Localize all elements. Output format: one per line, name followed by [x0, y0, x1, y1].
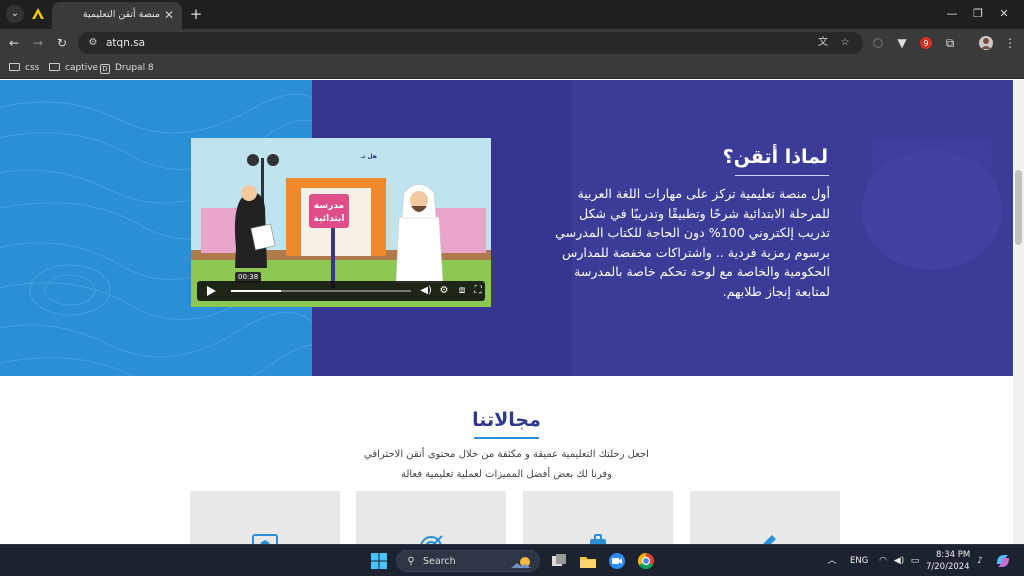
active-tab[interactable]: منصة أتقن التعليمية ✕ — [52, 2, 182, 29]
profile-avatar[interactable] — [978, 35, 994, 51]
picture-in-picture-icon[interactable]: ⧈ — [455, 284, 469, 298]
tab-close-icon[interactable]: ✕ — [162, 8, 176, 22]
forward-arrow-icon[interactable]: → — [30, 35, 46, 51]
feature-card[interactable] — [190, 491, 340, 544]
zoom-app-icon[interactable] — [608, 552, 626, 570]
feature-card[interactable] — [523, 491, 673, 544]
target-arrow-icon — [420, 535, 443, 544]
folder-icon — [49, 63, 60, 71]
fields-title: مجالاتنا — [472, 409, 541, 431]
why-atqn-description: أول منصة تعليمية تركز على مهارات اللغة ا… — [555, 186, 830, 299]
feature-card[interactable] — [690, 491, 840, 544]
drupal-icon: D — [100, 64, 110, 74]
notification-bell-icon[interactable]: ♪ — [974, 555, 986, 567]
video-progress-fill — [231, 290, 282, 292]
wifi-icon[interactable]: ◠ — [877, 555, 889, 567]
our-fields-section: مجالاتنا اجعل رحلتك التعليمية عميقة و مك… — [0, 376, 1013, 544]
screen: ⌄ منصة أتقن التعليمية ✕ + — ❐ ✕ ← → ↻ ⚙ … — [0, 0, 1024, 576]
battery-icon[interactable]: ▭ — [909, 555, 921, 567]
play-icon[interactable] — [207, 286, 216, 296]
new-tab-plus-icon[interactable]: + — [188, 6, 204, 22]
extension-badge-count: 9 — [923, 39, 928, 48]
site-settings-icon[interactable]: ⚙ — [86, 36, 100, 50]
search-highlight-icon — [511, 557, 531, 568]
browser-menu-icon[interactable]: ⋮ — [1002, 35, 1018, 51]
bookmark-css[interactable]: css — [9, 61, 39, 75]
browser-toolbar: ← → ↻ ⚙ atqn.sa 文 ☆ ⬡ ▼ 9 ⧉ ⋮ — [0, 29, 1024, 57]
address-bar[interactable]: ⚙ atqn.sa 文 ☆ — [78, 32, 863, 54]
bookmarks-bar: css captive D Drupal 8 — [0, 57, 1024, 79]
fields-subtitle-line1: اجعل رحلتك التعليمية عميقة و مكثفة من خل… — [364, 449, 649, 460]
web-page: لماذا أتقن؟ أول منصة تعليمية تركز على مه… — [0, 80, 1013, 544]
restore-icon[interactable]: ❐ — [970, 6, 986, 22]
extensions-puzzle-icon[interactable]: ⧉ — [942, 35, 958, 51]
page-scrollbar[interactable] — [1013, 80, 1024, 544]
bookmark-star-icon[interactable]: ☆ — [838, 36, 852, 50]
feature-card[interactable] — [356, 491, 506, 544]
why-atqn-title: لماذا أتقن؟ — [722, 146, 828, 168]
clock-time[interactable]: 8:34 PM — [936, 550, 970, 560]
volume-icon[interactable]: ◀) — [419, 284, 433, 298]
certificate-screen-icon — [252, 534, 278, 544]
url-text: atqn.sa — [106, 37, 146, 49]
tab-search-chevron-icon[interactable]: ⌄ — [6, 5, 24, 23]
volume-tray-icon[interactable]: ◀) — [893, 555, 905, 567]
title-underline — [735, 175, 829, 176]
vpn-extension-icon[interactable]: ▼ — [894, 35, 910, 51]
search-icon: ⚲ — [407, 556, 415, 567]
search-label: Search — [423, 556, 456, 567]
window-close-icon[interactable]: ✕ — [996, 6, 1012, 22]
video-top-caption: هل تـ — [360, 153, 377, 160]
extension-badge-icon[interactable]: 9 — [918, 35, 934, 51]
file-explorer-icon[interactable] — [579, 552, 597, 570]
pinned-tab-favicon-icon — [32, 8, 44, 19]
pencil-icon — [763, 535, 776, 544]
bookmark-captive[interactable]: captive — [49, 61, 98, 75]
extension-puzzle-gray-icon[interactable]: ⬡ — [870, 35, 886, 51]
settings-gear-icon[interactable]: ⚙ — [437, 284, 451, 298]
translate-icon[interactable]: 文 — [816, 36, 830, 50]
fields-subtitle-line2: وفرنا لك بعض أفضل المميزات لعملية تعليمي… — [401, 469, 612, 480]
windows-start-icon[interactable] — [370, 552, 388, 570]
bookmark-drupal[interactable]: D Drupal 8 — [100, 61, 154, 75]
back-arrow-icon[interactable]: ← — [6, 35, 22, 51]
fullscreen-icon[interactable]: ⛶ — [471, 284, 485, 298]
school-sign-line2: ابتدائية — [314, 214, 345, 224]
fields-title-underline — [474, 437, 539, 439]
reload-icon[interactable]: ↻ — [54, 35, 70, 51]
language-indicator[interactable]: ENG — [850, 556, 868, 566]
scrollbar-thumb[interactable] — [1015, 170, 1022, 245]
chrome-app-icon[interactable] — [637, 552, 655, 570]
pinned-tab[interactable] — [30, 5, 46, 23]
briefcase-icon — [590, 534, 606, 544]
clock-date[interactable]: 7/20/2024 — [926, 562, 970, 572]
school-sign-line1: مدرسة — [314, 201, 344, 211]
video-controls: ◀) ⚙ ⧈ ⛶ — [197, 281, 485, 301]
task-view-icon[interactable] — [550, 552, 568, 570]
tray-overflow-chevron-icon[interactable]: ︿ — [826, 555, 838, 567]
folder-icon — [9, 63, 20, 71]
hero-section: لماذا أتقن؟ أول منصة تعليمية تركز على مه… — [0, 80, 1013, 376]
intro-video-player[interactable]: مدرسة ابتدائية هل تـ 00:38 ◀) ⚙ ⧈ ⛶ — [191, 138, 491, 307]
windows-taskbar: ⚲ Search ︿ ENG ◠ ◀) ▭ 8:34 PM 7/20/2024 … — [0, 544, 1024, 576]
minimize-icon[interactable]: — — [944, 6, 960, 22]
taskbar-search-box[interactable]: ⚲ Search — [396, 550, 540, 572]
copilot-icon[interactable] — [994, 552, 1012, 570]
browser-tab-bar: ⌄ منصة أتقن التعليمية ✕ + — ❐ ✕ — [0, 0, 1024, 29]
tab-title: منصة أتقن التعليمية — [82, 9, 160, 20]
video-seek-bar[interactable] — [231, 290, 411, 292]
